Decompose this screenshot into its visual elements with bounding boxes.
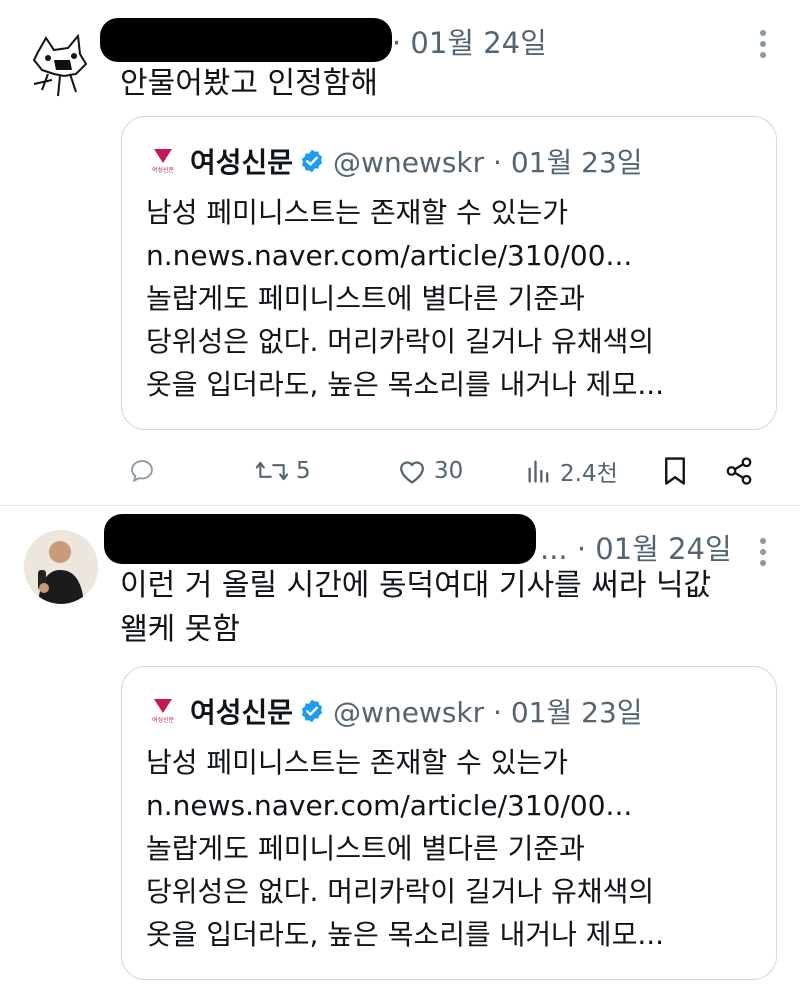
more-vertical-icon[interactable] bbox=[760, 30, 766, 63]
cat-drawing-avatar-icon bbox=[24, 30, 98, 104]
logo-caption: 여성신문 bbox=[151, 166, 175, 174]
heart-icon bbox=[400, 461, 424, 484]
quoted-tweet-body: 남성 페미니스트는 존재할 수 있는가 n.news.naver.com/art… bbox=[146, 746, 665, 951]
bookmark-button[interactable] bbox=[662, 448, 688, 494]
tweet-text: 이런 거 올릴 시간에 동덕여대 기사를 써라 닉값 왤케 못함 bbox=[120, 564, 711, 652]
retweet-count: 5 bbox=[296, 458, 311, 484]
views-count: 2.4천 bbox=[560, 461, 618, 487]
views-button[interactable]: 2.4천 bbox=[524, 448, 618, 494]
verified-badge-icon bbox=[301, 149, 323, 173]
quoted-author-name[interactable]: 여성신문 bbox=[190, 141, 293, 181]
quoted-tweet-body: 남성 페미니스트는 존재할 수 있는가 n.news.naver.com/art… bbox=[146, 196, 665, 401]
avatar[interactable] bbox=[24, 30, 98, 104]
tweet-actions: 5 30 2.4천 bbox=[128, 448, 768, 494]
bookmark-icon bbox=[665, 457, 685, 485]
share-button[interactable] bbox=[724, 448, 754, 494]
views-icon bbox=[528, 460, 549, 483]
quoted-tweet[interactable]: 여성신문 여성신문 @wnewskr · 01월 23일 남성 페미니스트는 존… bbox=[121, 116, 777, 430]
retweet-button[interactable]: 5 bbox=[254, 448, 311, 494]
quoted-author-name[interactable]: 여성신문 bbox=[190, 691, 293, 731]
news-logo-icon: 여성신문 bbox=[146, 144, 180, 178]
quoted-tweet[interactable]: 여성신문 여성신문 @wnewskr · 01월 23일 남성 페미니스트는 존… bbox=[121, 666, 777, 980]
tweet-text-line: 이런 거 올릴 시간에 동덕여대 기사를 써라 닉값 bbox=[120, 568, 712, 603]
tweet-text-line: 안물어봤고 인정함해 bbox=[120, 66, 378, 101]
tweet-date[interactable]: · 01월 24일 bbox=[392, 20, 547, 62]
reply-button[interactable] bbox=[128, 448, 156, 494]
avatar[interactable] bbox=[24, 530, 98, 604]
share-icon bbox=[726, 457, 752, 485]
tweet-text: 안물어봤고 인정함해 bbox=[120, 62, 378, 106]
person-photo-avatar-icon bbox=[24, 530, 98, 604]
retweet-icon bbox=[255, 461, 289, 481]
redacted-username bbox=[100, 18, 392, 62]
tweet-date[interactable]: ... · 01월 24일 bbox=[540, 526, 732, 568]
reply-icon bbox=[131, 460, 153, 483]
like-count: 30 bbox=[434, 458, 464, 484]
news-logo-icon: 여성신문 bbox=[146, 694, 180, 728]
tweet[interactable]: ... · 01월 24일 이런 거 올릴 시간에 동덕여대 기사를 써라 닉값… bbox=[0, 506, 800, 996]
redacted-username bbox=[104, 514, 536, 564]
quoted-tweet-header: 여성신문 여성신문 @wnewskr · 01월 23일 bbox=[146, 141, 643, 181]
logo-caption: 여성신문 bbox=[151, 716, 175, 724]
quoted-author-handle[interactable]: @wnewskr · 01월 23일 bbox=[333, 141, 642, 181]
quoted-tweet-header: 여성신문 여성신문 @wnewskr · 01월 23일 bbox=[146, 691, 643, 731]
more-vertical-icon[interactable] bbox=[760, 538, 766, 571]
tweet[interactable]: · 01월 24일 안물어봤고 인정함해 여성신문 여성신문 @wnewskr … bbox=[0, 0, 800, 506]
verified-badge-icon bbox=[301, 699, 323, 723]
quoted-author-handle[interactable]: @wnewskr · 01월 23일 bbox=[333, 691, 642, 731]
tweet-text-line: 왤케 못함 bbox=[120, 612, 240, 647]
like-button[interactable]: 30 bbox=[396, 448, 463, 494]
